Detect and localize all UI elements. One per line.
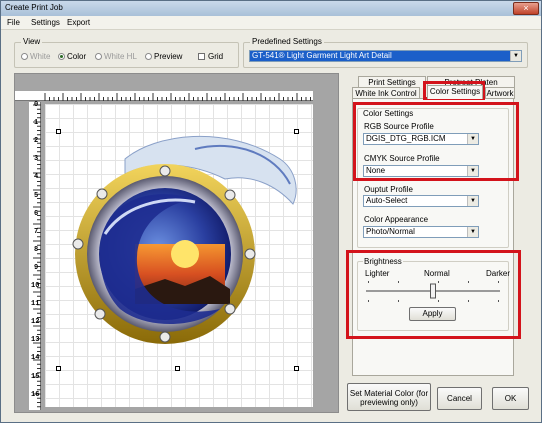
ruler-left-number: 2 [34, 137, 39, 146]
ruler-left-number: 13 [31, 336, 40, 345]
ruler-left-ticks [33, 104, 41, 408]
ruler-left-number: 15 [31, 372, 40, 381]
color-appearance-select[interactable]: Photo/Normal ▼ [363, 226, 479, 238]
ruler-left-number: 3 [34, 155, 39, 164]
predefined-settings-select[interactable]: GT-541® Light Garment Light Art Detail ▼ [249, 50, 522, 62]
output-profile-value: Auto-Select [366, 196, 408, 205]
cancel-button[interactable]: Cancel [437, 387, 482, 410]
menu-export[interactable]: Export [67, 18, 90, 27]
view-white-radio[interactable]: White [21, 52, 50, 61]
view-group: View White Color White HL Preview Grid [14, 37, 239, 68]
menu-file[interactable]: File [7, 18, 20, 27]
color-appearance-value: Photo/Normal [366, 227, 415, 236]
ruler-left-number: 5 [34, 191, 39, 200]
resize-handle-bottom-right[interactable] [294, 366, 299, 371]
ruler-left-number: 4 [34, 173, 39, 182]
close-icon[interactable]: × [513, 2, 539, 15]
ruler-top [15, 91, 313, 101]
resize-handle-top-right[interactable] [294, 129, 299, 134]
output-profile-select[interactable]: Auto-Select ▼ [363, 195, 479, 207]
create-print-job-window: Create Print Job × File Settings Export … [0, 0, 542, 423]
view-group-label: View [21, 37, 43, 46]
color-appearance-label: Color Appearance [364, 215, 429, 224]
artwork-image[interactable] [45, 104, 313, 407]
window-title: Create Print Job [5, 3, 63, 12]
ruler-left-number: 16 [31, 390, 40, 399]
grid-checkbox[interactable]: Grid [198, 52, 223, 61]
ruler-left-number: 8 [34, 245, 39, 254]
ruler-top-ticks [44, 93, 311, 101]
predefined-settings-group: Predefined Settings GT-541® Light Garmen… [243, 37, 528, 68]
ruler-left [29, 102, 41, 410]
ruler-left-number: 7 [34, 227, 39, 236]
set-material-color-button[interactable]: Set Material Color (for previewing only) [347, 383, 431, 411]
menu-bar: File Settings Export [1, 16, 541, 30]
ruler-left-number: 0 [34, 101, 39, 109]
resize-handle-top-left[interactable] [56, 129, 61, 134]
resize-handle-bottom-left[interactable] [56, 366, 61, 371]
ruler-left-number: 6 [34, 209, 39, 218]
chevron-down-icon: ▼ [467, 196, 478, 206]
highlight-source-profiles [353, 102, 519, 181]
view-preview-radio[interactable]: Preview [145, 52, 182, 61]
ruler-left-number: 12 [31, 318, 40, 327]
tab-color-settings[interactable]: Color Settings [427, 85, 483, 99]
ruler-left-number: 14 [31, 354, 40, 363]
view-white-hl-radio[interactable]: White HL [95, 52, 137, 61]
chevron-down-icon: ▼ [467, 227, 478, 237]
output-profile-label: Ouptut Profile [364, 185, 413, 194]
predefined-settings-label: Predefined Settings [250, 37, 324, 46]
view-color-radio[interactable]: Color [58, 52, 86, 61]
print-canvas[interactable] [45, 104, 313, 407]
highlight-brightness [346, 250, 521, 339]
predefined-settings-value: GT-541® Light Garment Light Art Detail [252, 51, 392, 60]
title-bar[interactable]: Create Print Job × [1, 1, 541, 16]
menu-settings[interactable]: Settings [31, 18, 60, 27]
chevron-down-icon: ▼ [510, 51, 521, 61]
resize-handle-bottom-center[interactable] [175, 366, 180, 371]
ruler-left-number: 11 [31, 300, 40, 309]
ok-button[interactable]: OK [492, 387, 529, 410]
ruler-left-number: 1 [34, 119, 39, 128]
ruler-left-number: 9 [34, 263, 39, 272]
ruler-left-number: 10 [31, 282, 40, 290]
